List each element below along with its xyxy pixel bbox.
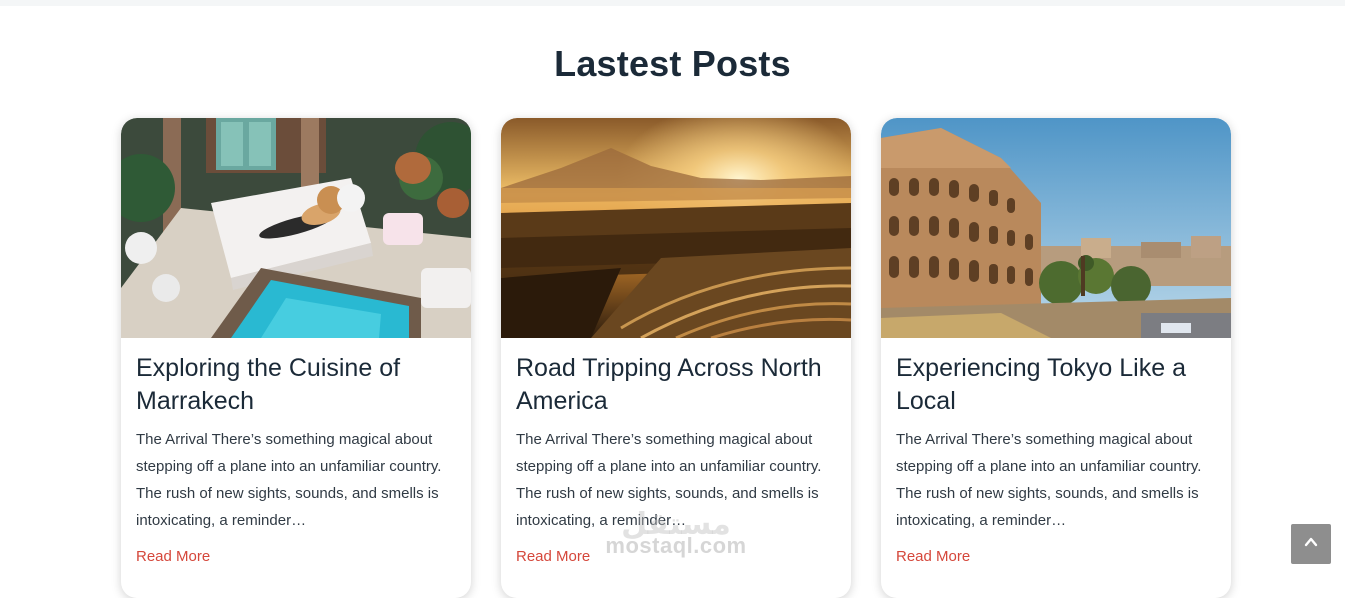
- post-title[interactable]: Road Tripping Across North America: [516, 352, 836, 418]
- post-card: Experiencing Tokyo Like a Local The Arri…: [881, 118, 1231, 598]
- post-card: Exploring the Cuisine of Marrakech The A…: [121, 118, 471, 598]
- post-image-marrakech[interactable]: [121, 118, 471, 338]
- post-image-road-trip[interactable]: [501, 118, 851, 338]
- post-excerpt: The Arrival There’s something magical ab…: [896, 431, 1202, 529]
- post-excerpt: The Arrival There’s something magical ab…: [516, 431, 822, 529]
- post-body: Exploring the Cuisine of Marrakech The A…: [121, 338, 471, 568]
- posts-grid: Exploring the Cuisine of Marrakech The A…: [121, 118, 1231, 598]
- post-title[interactable]: Experiencing Tokyo Like a Local: [896, 352, 1216, 418]
- post-body: Experiencing Tokyo Like a Local The Arri…: [881, 338, 1231, 568]
- post-excerpt: The Arrival There’s something magical ab…: [136, 431, 442, 529]
- post-body: Road Tripping Across North America The A…: [501, 338, 851, 568]
- read-more-link[interactable]: Read More: [516, 546, 590, 568]
- post-title[interactable]: Exploring the Cuisine of Marrakech: [136, 352, 456, 418]
- read-more-link[interactable]: Read More: [896, 546, 970, 568]
- back-to-top-button[interactable]: [1291, 524, 1331, 564]
- section-title: Lastest Posts: [554, 43, 791, 84]
- post-image-colosseum[interactable]: [881, 118, 1231, 338]
- read-more-link[interactable]: Read More: [136, 546, 210, 568]
- top-strip: [0, 0, 1345, 6]
- post-card: Road Tripping Across North America The A…: [501, 118, 851, 598]
- chevron-up-icon: [1303, 534, 1319, 555]
